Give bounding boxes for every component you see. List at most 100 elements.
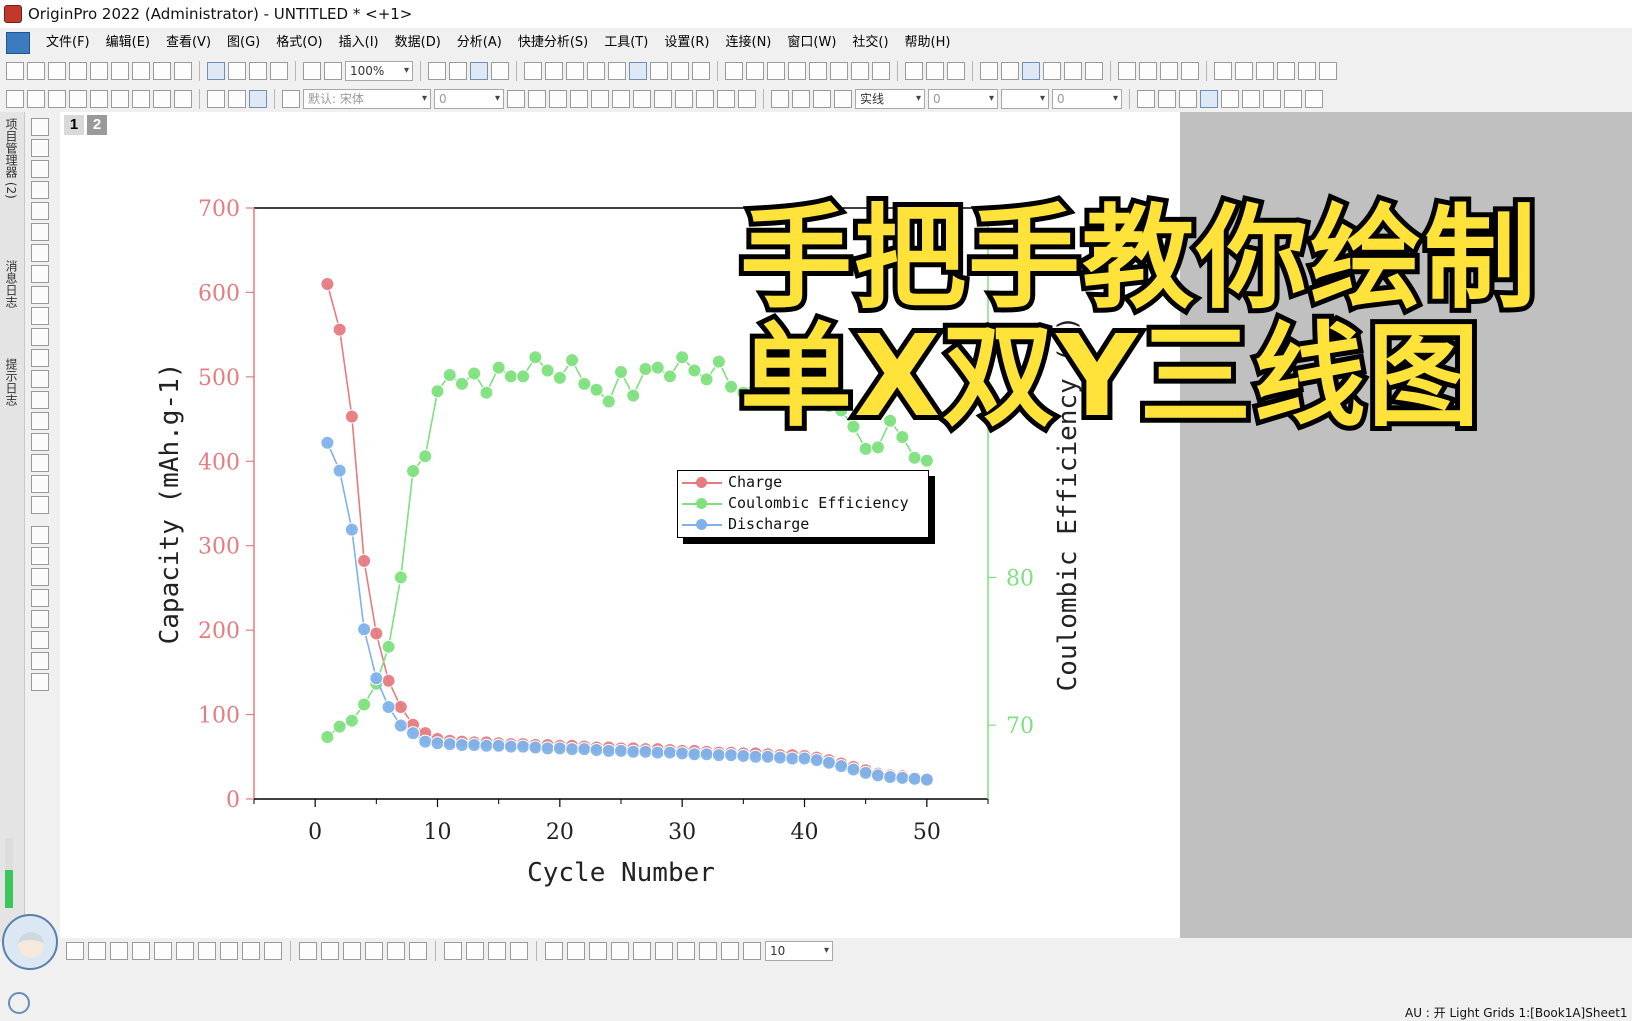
save-template-icon[interactable] [270,62,288,80]
table-list-icon[interactable] [31,610,49,628]
copy-icon[interactable] [228,90,246,108]
color-select[interactable] [1001,89,1049,109]
polar-plot-icon[interactable] [220,942,238,960]
unmask-icon[interactable] [1221,90,1239,108]
magnifier-icon[interactable] [31,631,49,649]
code-builder-icon[interactable] [524,62,542,80]
pattern-icon[interactable] [717,90,735,108]
message-log-tab[interactable]: 消息日志 [2,260,20,308]
line-color-icon[interactable] [813,90,831,108]
filter-icon[interactable] [905,62,923,80]
font-color-icon[interactable] [738,90,756,108]
data-selector-icon[interactable] [31,244,49,262]
search-icon[interactable] [8,992,30,1014]
gadget-icon[interactable] [491,62,509,80]
line-tool-icon[interactable] [31,370,49,388]
box-plot-icon[interactable] [176,942,194,960]
reapply-filter-icon[interactable] [947,62,965,80]
group-icon[interactable] [721,942,739,960]
font-type-icon[interactable] [282,90,300,108]
save-icon[interactable] [249,62,267,80]
image-plot-icon[interactable] [409,942,427,960]
zoom-out-icon[interactable] [31,160,49,178]
extract-layer-icon[interactable] [90,90,108,108]
border-icon[interactable] [1158,90,1176,108]
menu-data[interactable]: 数据(D) [387,32,449,54]
draw-data-icon[interactable] [31,286,49,304]
cut-icon[interactable] [207,90,225,108]
menu-graph[interactable]: 图(G) [219,32,268,54]
column-plot-icon[interactable] [132,942,150,960]
circle-icon[interactable] [31,547,49,565]
rectangle-tool-icon[interactable] [31,391,49,409]
font-select[interactable]: 默认: 宋体 [303,89,431,109]
send-back-icon[interactable] [699,942,717,960]
swap-icon[interactable] [1214,62,1232,80]
ungroup-icon[interactable] [743,942,761,960]
hide-mask-icon[interactable] [488,942,506,960]
link-layer-icon[interactable] [153,90,171,108]
data-reader-icon[interactable] [31,202,49,220]
layer-contents-icon[interactable] [31,568,49,586]
clipboard-icon[interactable] [470,62,488,80]
italic-icon[interactable] [528,90,546,108]
grid-tool-icon[interactable] [31,673,49,691]
swap-mask-icon[interactable] [510,942,528,960]
layer-management-icon[interactable] [48,90,66,108]
zoom-select[interactable]: 100% [345,61,413,81]
set-as-z-icon[interactable] [1043,62,1061,80]
screen-reader-icon[interactable] [31,223,49,241]
sum-icon[interactable] [767,62,785,80]
new-layer-icon[interactable] [132,90,150,108]
pointer-icon[interactable] [31,118,49,136]
zoom-in-icon[interactable] [31,139,49,157]
merge-icon[interactable] [27,90,45,108]
set-column-values-icon[interactable] [809,62,827,80]
recalculate-icon[interactable] [303,62,321,80]
line-plot-icon[interactable] [66,942,84,960]
underline-icon[interactable] [549,90,567,108]
none-designation-icon[interactable] [1085,62,1103,80]
insert-graph-icon[interactable] [31,433,49,451]
error-bar-icon[interactable] [1064,62,1082,80]
new-project-icon[interactable] [6,62,24,80]
bottom-value-select[interactable]: 10 [765,941,833,961]
disregard-icon[interactable] [1001,62,1019,80]
center-vertical-icon[interactable] [655,942,673,960]
data-info-icon[interactable] [671,62,689,80]
grid-icon[interactable] [1305,90,1323,108]
bold-icon[interactable] [507,90,525,108]
fill-color-icon[interactable] [771,90,789,108]
paste-icon[interactable] [249,90,267,108]
contour-icon[interactable] [365,942,383,960]
align-top-icon[interactable] [589,942,607,960]
table-icon[interactable] [1179,90,1197,108]
arrow-skip-icon[interactable] [1298,62,1316,80]
line-style-select[interactable]: 实线 [855,89,925,109]
3d-surface-icon[interactable] [321,942,339,960]
increase-font-icon[interactable] [654,90,672,108]
template-library-icon[interactable] [264,942,282,960]
new-layout-icon[interactable] [153,62,171,80]
menu-quick-analysis[interactable]: 快捷分析(S) [510,32,596,54]
insert-table-icon[interactable] [31,589,49,607]
menu-window[interactable]: 窗口(W) [779,32,844,54]
set-as-y-icon[interactable] [1022,62,1040,80]
new-folder-icon[interactable] [27,62,45,80]
first-page-icon[interactable] [1118,62,1136,80]
insert-object-icon[interactable] [31,496,49,514]
sort-icon[interactable] [788,62,806,80]
print-icon[interactable] [428,62,446,80]
area-plot-icon[interactable] [198,942,216,960]
subscript-icon[interactable] [591,90,609,108]
set-as-x-icon[interactable] [980,62,998,80]
menu-preferences[interactable]: 设置(R) [656,32,717,54]
supersubscript-icon[interactable] [612,90,630,108]
menu-analysis[interactable]: 分析(A) [449,32,510,54]
arrow-right-icon[interactable] [1256,62,1274,80]
command-window-icon[interactable] [566,62,584,80]
arrow-end-icon[interactable] [1277,62,1295,80]
new-workbook-icon[interactable] [48,62,66,80]
object-manager-icon[interactable] [629,62,647,80]
menu-view[interactable]: 查看(V) [158,32,219,54]
